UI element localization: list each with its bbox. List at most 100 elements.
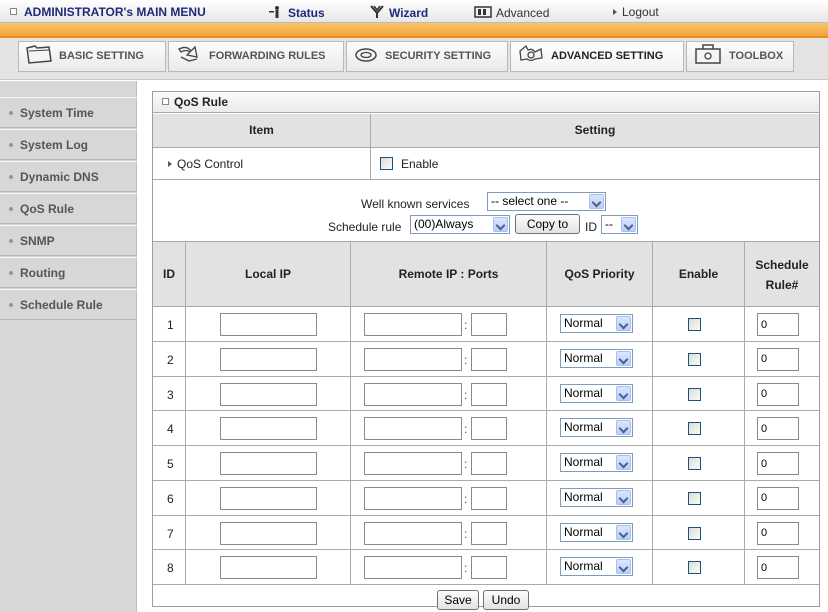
chevron-down-icon	[493, 217, 508, 232]
remote-ip-input[interactable]	[364, 417, 462, 441]
schedule-rule-select[interactable]: (00)Always	[410, 215, 510, 234]
sidebar-item-routing[interactable]: Routing	[0, 257, 137, 288]
remote-ip-input[interactable]	[364, 452, 462, 475]
sidebar-item-dynamic-dns[interactable]: Dynamic DNS	[0, 161, 137, 192]
save-button[interactable]: Save	[437, 590, 479, 610]
tab-label: TOOLBOX	[729, 50, 784, 62]
sidebar-item-qos-rule[interactable]: QoS Rule	[0, 193, 137, 224]
qos-priority-select[interactable]: Normal	[560, 487, 633, 507]
header-accent-strip	[0, 23, 828, 36]
schedule-column-header: Schedule Rule#	[745, 242, 819, 307]
schedule-rule-input[interactable]	[757, 556, 799, 580]
remote-port-input[interactable]	[471, 452, 507, 475]
remote-ip-input[interactable]	[364, 347, 462, 371]
tab-advanced-setting[interactable]: ADVANCED SETTING	[510, 41, 684, 72]
sidebar-item-label: System Time	[20, 106, 94, 120]
qos-priority-select[interactable]: Normal	[560, 557, 633, 577]
local-ip-input[interactable]	[220, 486, 317, 510]
remote-ip-input[interactable]	[364, 486, 462, 510]
remote-ip-input[interactable]	[364, 382, 462, 406]
remote-ip-input[interactable]	[364, 521, 462, 545]
qos-priority-value: Normal	[564, 559, 603, 574]
undo-button[interactable]: Undo	[483, 590, 529, 610]
advanced-link[interactable]: Advanced	[474, 5, 549, 20]
schedule-rule-input[interactable]	[757, 521, 799, 545]
ip-port-separator: :	[464, 422, 468, 437]
rule-enable-checkbox[interactable]	[688, 352, 701, 366]
tab-security-setting[interactable]: SECURITY SETTING	[346, 41, 508, 72]
row-id: 5	[167, 457, 174, 471]
copy-to-button[interactable]: Copy to	[515, 214, 580, 234]
remote-port-input[interactable]	[471, 521, 507, 545]
ip-port-separator: :	[464, 387, 468, 402]
remote-port-input[interactable]	[471, 417, 507, 441]
schedule-rule-input[interactable]	[757, 452, 799, 475]
local-ip-input[interactable]	[220, 313, 317, 336]
page-title: QoS Rule	[174, 95, 229, 109]
tab-toolbox[interactable]: TOOLBOX	[686, 41, 794, 72]
rule-enable-checkbox[interactable]	[688, 561, 701, 575]
tab-forwarding-rules[interactable]: FORWARDING RULES	[168, 41, 344, 72]
remote-ip-input[interactable]	[364, 556, 462, 580]
schedule-rule-input[interactable]	[757, 486, 799, 510]
chevron-down-icon	[616, 455, 631, 470]
local-ip-input[interactable]	[220, 452, 317, 475]
local-ip-input[interactable]	[220, 556, 317, 580]
tab-label: SECURITY SETTING	[385, 50, 492, 62]
remote-port-input[interactable]	[471, 347, 507, 371]
remote-port-input[interactable]	[471, 556, 507, 580]
sidebar-item-snmp[interactable]: SNMP	[0, 225, 137, 256]
remote-ip-input[interactable]	[364, 313, 462, 336]
well-known-services-value: -- select one --	[491, 194, 569, 208]
sidebar-item-system-log[interactable]: System Log	[0, 129, 137, 160]
logout-link[interactable]: Logout	[613, 5, 659, 19]
wizard-link[interactable]: Wizard	[369, 5, 428, 20]
qos-priority-select[interactable]: Normal	[560, 348, 633, 368]
local-ip-input[interactable]	[220, 382, 317, 406]
ip-port-separator: :	[464, 352, 468, 367]
qos-rule-panel: QoS Rule Item Setting QoS Control Enable…	[152, 91, 820, 610]
main-tab-bar: BASIC SETTING FORWARDING RULES SECURITY …	[0, 38, 828, 80]
qos-priority-select[interactable]: Normal	[560, 418, 633, 438]
status-link[interactable]: Status	[268, 5, 325, 20]
schedule-rule-input[interactable]	[757, 313, 799, 336]
tab-basic-setting[interactable]: BASIC SETTING	[18, 41, 166, 72]
well-known-services-select[interactable]: -- select one --	[487, 192, 606, 211]
remote-port-input[interactable]	[471, 486, 507, 510]
qos-priority-select[interactable]: Normal	[560, 314, 633, 333]
rule-enable-checkbox[interactable]	[688, 526, 701, 540]
folder-icon	[26, 45, 52, 64]
advanced-icon	[474, 6, 492, 18]
row-id: 2	[167, 352, 174, 367]
rule-enable-checkbox[interactable]	[688, 422, 701, 436]
rule-enable-checkbox[interactable]	[688, 457, 701, 470]
local-ip-input[interactable]	[220, 417, 317, 441]
local-ip-input[interactable]	[220, 521, 317, 545]
admin-main-menu-link[interactable]: ADMINISTRATOR's MAIN MENU	[10, 5, 206, 19]
row-id: 4	[167, 422, 174, 437]
schedule-rule-input[interactable]	[757, 347, 799, 371]
schedule-rule-input[interactable]	[757, 417, 799, 441]
copy-id-select[interactable]: --	[601, 215, 638, 234]
id-label: ID	[585, 220, 597, 234]
qos-control-enable-checkbox[interactable]	[380, 157, 393, 170]
local-ip-input[interactable]	[220, 347, 317, 371]
schedule-rule-input[interactable]	[757, 382, 799, 406]
sidebar-item-system-time[interactable]: System Time	[0, 97, 137, 128]
remote-port-input[interactable]	[471, 313, 507, 336]
wizard-label: Wizard	[389, 6, 429, 20]
qos-priority-select[interactable]: Normal	[560, 383, 633, 403]
qos-priority-select[interactable]: Normal	[560, 453, 633, 472]
rule-enable-checkbox[interactable]	[688, 318, 701, 331]
sidebar-item-label: Schedule Rule	[20, 298, 103, 312]
panel-bullet-icon	[162, 98, 169, 105]
remote-port-input[interactable]	[471, 382, 507, 406]
sidebar-item-schedule-rule[interactable]: Schedule Rule	[0, 289, 137, 320]
id-header-label: ID	[163, 267, 175, 281]
rule-enable-checkbox[interactable]	[688, 387, 701, 401]
rule-enable-checkbox[interactable]	[688, 491, 701, 505]
qos-priority-header-label: QoS Priority	[564, 267, 635, 281]
local-ip-header-label: Local IP	[244, 267, 291, 281]
qos-priority-value: Normal	[564, 420, 603, 435]
qos-priority-select[interactable]: Normal	[560, 522, 633, 542]
